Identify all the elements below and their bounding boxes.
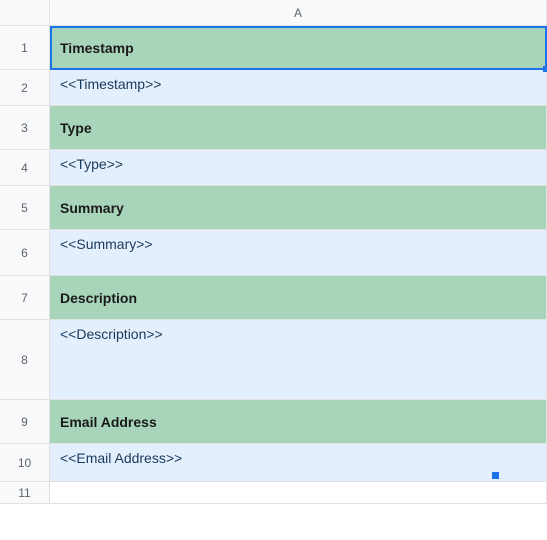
- cell-A2-text: <<Timestamp>>: [60, 76, 161, 92]
- cell-A8-text: <<Description>>: [60, 326, 163, 342]
- cell-A4-text: <<Type>>: [60, 156, 123, 172]
- column-header-A[interactable]: A: [50, 0, 547, 26]
- cell-A9[interactable]: Email Address: [50, 400, 547, 444]
- row-header-11[interactable]: 11: [0, 482, 50, 504]
- cell-A6[interactable]: <<Summary>>: [50, 230, 547, 276]
- cell-A3-text: Type: [60, 120, 92, 136]
- cell-A4[interactable]: <<Type>>: [50, 150, 547, 186]
- cell-A10[interactable]: <<Email Address>>: [50, 444, 547, 482]
- cell-A2[interactable]: <<Timestamp>>: [50, 70, 547, 106]
- cell-A1-text: Timestamp: [60, 40, 134, 56]
- row-header-5[interactable]: 5: [0, 186, 50, 230]
- cell-A7[interactable]: Description: [50, 276, 547, 320]
- range-end-handle[interactable]: [492, 472, 499, 479]
- cell-A11[interactable]: [50, 482, 547, 504]
- row-header-8[interactable]: 8: [0, 320, 50, 400]
- cell-A7-text: Description: [60, 290, 137, 306]
- row-header-6[interactable]: 6: [0, 230, 50, 276]
- select-all-corner[interactable]: [0, 0, 50, 26]
- row-header-7[interactable]: 7: [0, 276, 50, 320]
- cell-A6-text: <<Summary>>: [60, 236, 153, 252]
- fill-handle[interactable]: [543, 66, 547, 72]
- cell-A5[interactable]: Summary: [50, 186, 547, 230]
- cell-A10-text: <<Email Address>>: [60, 450, 182, 466]
- row-header-10[interactable]: 10: [0, 444, 50, 482]
- cell-A3[interactable]: Type: [50, 106, 547, 150]
- cell-A8[interactable]: <<Description>>: [50, 320, 547, 400]
- row-header-1[interactable]: 1: [0, 26, 50, 70]
- cell-A1[interactable]: Timestamp: [50, 26, 547, 70]
- cell-A5-text: Summary: [60, 200, 124, 216]
- row-header-3[interactable]: 3: [0, 106, 50, 150]
- row-header-4[interactable]: 4: [0, 150, 50, 186]
- row-header-2[interactable]: 2: [0, 70, 50, 106]
- spreadsheet-grid[interactable]: A 1 Timestamp 2 <<Timestamp>> 3 Type 4 <…: [0, 0, 547, 504]
- cell-A9-text: Email Address: [60, 414, 157, 430]
- row-header-9[interactable]: 9: [0, 400, 50, 444]
